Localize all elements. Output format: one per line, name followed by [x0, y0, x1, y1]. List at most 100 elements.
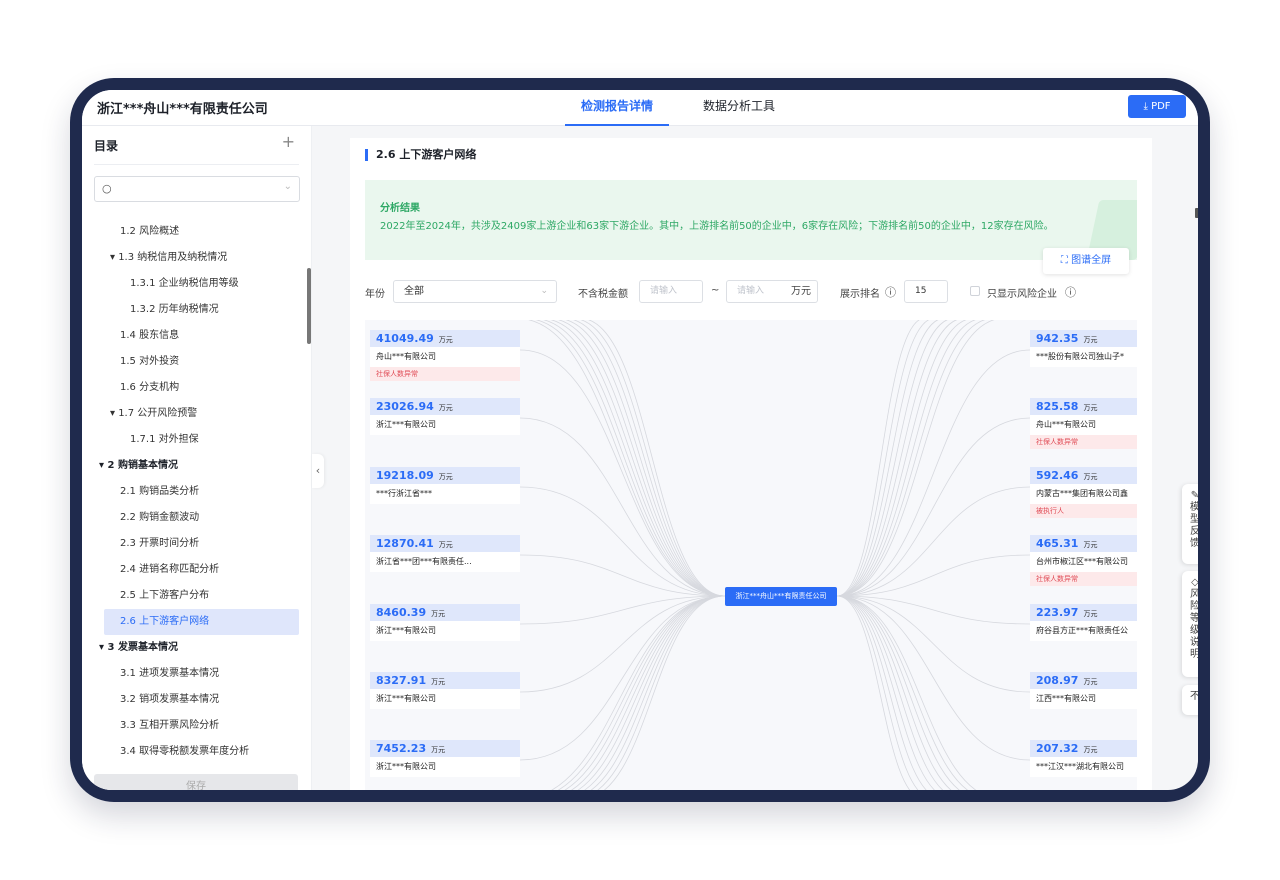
- node-amount: 8327.91: [376, 674, 427, 687]
- network-edge: [836, 595, 919, 790]
- downstream-node[interactable]: 208.97 万元 江西***有限公司: [1030, 672, 1137, 709]
- network-edge: [587, 320, 726, 597]
- toc-item[interactable]: 1.2 风险概述: [120, 219, 179, 245]
- downstream-node[interactable]: 942.35 万元 ***股份有限公司独山子*: [1030, 330, 1137, 367]
- risk-only-checkbox[interactable]: [970, 286, 980, 296]
- toc-item[interactable]: 1.4 股东信息: [120, 323, 179, 349]
- node-amount-row: 207.32 万元: [1030, 740, 1137, 757]
- risk-only-label: 只显示风险企业: [987, 289, 1057, 300]
- downstream-node[interactable]: 592.46 万元 内蒙古***集团有限公司鑫 被执行人: [1030, 467, 1137, 518]
- rank-input[interactable]: 15: [904, 280, 948, 303]
- customer-network-graph[interactable]: 41049.49 万元 舟山***有限公司 社保人数异常 23026.94 万元 浙…: [365, 320, 1137, 790]
- toc-search-select[interactable]: ○ ⌄: [94, 176, 300, 202]
- explain-char: 明: [1190, 649, 1198, 660]
- toc-item[interactable]: 2.1 购销品类分析: [120, 479, 199, 505]
- toc-item[interactable]: 3.1 进项发票基本情况: [120, 661, 219, 687]
- toc-item-selected[interactable]: 2.6 上下游客户网络: [104, 609, 299, 635]
- downstream-node[interactable]: 825.58 万元 舟山***有限公司 社保人数异常: [1030, 398, 1137, 449]
- diamond-icon: ◇: [1191, 577, 1198, 588]
- filter-bar: 年份 全部 ⌄ 不含税金额 请输入 ~ 请输入 万元 展示排名 ⓘ 15 只显示风险…: [365, 280, 1145, 304]
- downstream-node[interactable]: 223.97 万元 府谷县方正***有限责任公: [1030, 604, 1137, 641]
- network-edge: [603, 595, 726, 790]
- section-title: 2.6 上下游客户网络: [365, 149, 476, 161]
- node-unit: 万元: [1083, 473, 1098, 481]
- tab-data-analysis[interactable]: 数据分析工具: [699, 90, 779, 126]
- model-feedback-button[interactable]: ✎ 模 型 反 馈: [1182, 484, 1198, 564]
- save-button[interactable]: 保存: [94, 774, 298, 790]
- back-to-top-button[interactable]: 不: [1182, 685, 1198, 715]
- risk-level-explain-button[interactable]: ◇ 风 险 等 级 说 明: [1182, 571, 1198, 677]
- search-icon: ○: [102, 182, 112, 195]
- pdf-download-button[interactable]: ⤓ PDF: [1128, 95, 1186, 118]
- fullscreen-graph-button[interactable]: ⛶ 图谱全屏: [1043, 248, 1129, 274]
- toc-item[interactable]: 1.7.1 对外担保: [130, 427, 199, 453]
- info-icon[interactable]: ⓘ: [885, 284, 896, 300]
- toc-item[interactable]: ▾ 3 发票基本情况: [99, 635, 178, 661]
- network-edge: [519, 595, 726, 625]
- upstream-node[interactable]: 7452.23 万元 浙江***有限公司: [370, 740, 520, 777]
- upstream-node[interactable]: 41049.49 万元 舟山***有限公司 社保人数异常: [370, 330, 520, 381]
- node-company-name: 浙江***有限公司: [376, 762, 436, 771]
- node-amount-row: 12870.41 万元: [370, 535, 520, 552]
- center-company-node[interactable]: 浙江***舟山***有限责任公司: [725, 587, 837, 606]
- max-amount-input[interactable]: 请输入 万元: [726, 280, 818, 303]
- network-edge: [550, 320, 726, 597]
- node-amount-row: 825.58 万元: [1030, 398, 1137, 415]
- upstream-node[interactable]: 12870.41 万元 浙江省***团***有限责任...: [370, 535, 520, 572]
- toc-item[interactable]: 3.3 互相开票风险分析: [120, 713, 219, 739]
- toc-item[interactable]: 1.3.2 历年纳税情况: [130, 297, 219, 323]
- network-edge: [550, 595, 726, 790]
- toc-item[interactable]: 2.5 上下游客户分布: [120, 583, 209, 609]
- amount-label: 不含税金额: [578, 289, 628, 300]
- node-unit: 万元: [431, 678, 446, 686]
- toc-item[interactable]: 2.4 进销名称匹配分析: [120, 557, 219, 583]
- toc-item[interactable]: 1.5 对外投资: [120, 349, 179, 375]
- network-edge: [836, 417, 1031, 597]
- upstream-node[interactable]: 23026.94 万元 浙江***有限公司: [370, 398, 520, 435]
- toc-item[interactable]: 3.4 取得零税额发票年度分析: [120, 739, 249, 759]
- network-edge: [836, 320, 921, 597]
- amount-unit: 万元: [791, 286, 811, 297]
- network-edge: [836, 320, 939, 597]
- node-amount: 207.32: [1036, 742, 1079, 755]
- download-icon: ⤓: [1143, 101, 1152, 112]
- toc-item[interactable]: 1.3.1 企业纳税信用等级: [130, 271, 239, 297]
- network-edge: [558, 320, 726, 597]
- result-title: 分析结果: [380, 203, 420, 214]
- node-amount: 41049.49: [376, 332, 434, 345]
- toc-item[interactable]: 3.2 销项发票基本情况: [120, 687, 219, 713]
- upstream-node[interactable]: 8327.91 万元 浙江***有限公司: [370, 672, 520, 709]
- min-amount-input[interactable]: 请输入: [639, 280, 703, 303]
- toc-item[interactable]: ▾ 1.7 公开风险预警: [110, 401, 197, 427]
- network-edge: [543, 320, 726, 597]
- toc-item[interactable]: 2.3 开票时间分析: [120, 531, 199, 557]
- network-edge: [535, 320, 726, 597]
- toc-item[interactable]: 1.6 分支机构: [120, 375, 179, 401]
- toc-item[interactable]: ▾ 2 购销基本情况: [99, 453, 178, 479]
- node-company-name: 浙江***有限公司: [376, 694, 436, 703]
- collapse-sidebar-button[interactable]: ‹: [312, 454, 324, 488]
- upstream-node[interactable]: 8460.39 万元 浙江***有限公司: [370, 604, 520, 641]
- tab-report-detail[interactable]: 检测报告详情: [565, 90, 669, 126]
- node-amount: 825.58: [1036, 400, 1079, 413]
- toc-item[interactable]: 2.2 购销金额波动: [120, 505, 199, 531]
- toc-title: 目录: [94, 139, 119, 153]
- network-edge: [577, 595, 726, 790]
- expand-icon: ⛶: [1060, 255, 1072, 266]
- add-icon[interactable]: +: [282, 132, 295, 151]
- info-icon[interactable]: ⓘ: [1065, 284, 1076, 300]
- node-amount-row: 942.35 万元: [1030, 330, 1137, 347]
- analysis-result-panel: 分析结果 2022年至2024年，共涉及2409家上游企业和63家下游企业。其中…: [365, 180, 1137, 260]
- year-select[interactable]: 全部 ⌄: [393, 280, 557, 303]
- network-edge: [583, 595, 726, 790]
- node-company-name: 江西***有限公司: [1036, 694, 1096, 703]
- downstream-node[interactable]: 207.32 万元 ***江汉***湖北有限公司: [1030, 740, 1137, 777]
- toc-scrollbar[interactable]: [307, 268, 311, 344]
- upstream-node[interactable]: 19218.09 万元 ***行浙江省***: [370, 467, 520, 504]
- node-company-name: 内蒙古***集团有限公司鑫: [1036, 489, 1128, 498]
- node-amount: 12870.41: [376, 537, 434, 550]
- chevron-down-icon: ⌄: [283, 181, 292, 192]
- node-unit: 万元: [438, 404, 453, 412]
- toc-item[interactable]: ▾ 1.3 纳税信用及纳税情况: [110, 245, 227, 271]
- downstream-node[interactable]: 465.31 万元 台州市椒江区***有限公司 社保人数异常: [1030, 535, 1137, 586]
